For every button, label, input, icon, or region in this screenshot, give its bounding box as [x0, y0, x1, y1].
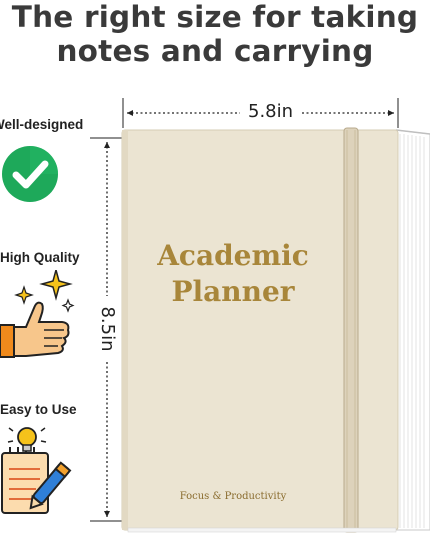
page-edges	[395, 129, 430, 531]
book-title-line-1: Academic	[157, 239, 309, 272]
book-subtitle: Focus & Productivity	[179, 491, 287, 502]
book-spine-edge	[122, 130, 128, 530]
book-title-line-2: Planner	[171, 275, 295, 308]
elastic-band	[343, 127, 359, 533]
page-lines	[399, 134, 425, 528]
